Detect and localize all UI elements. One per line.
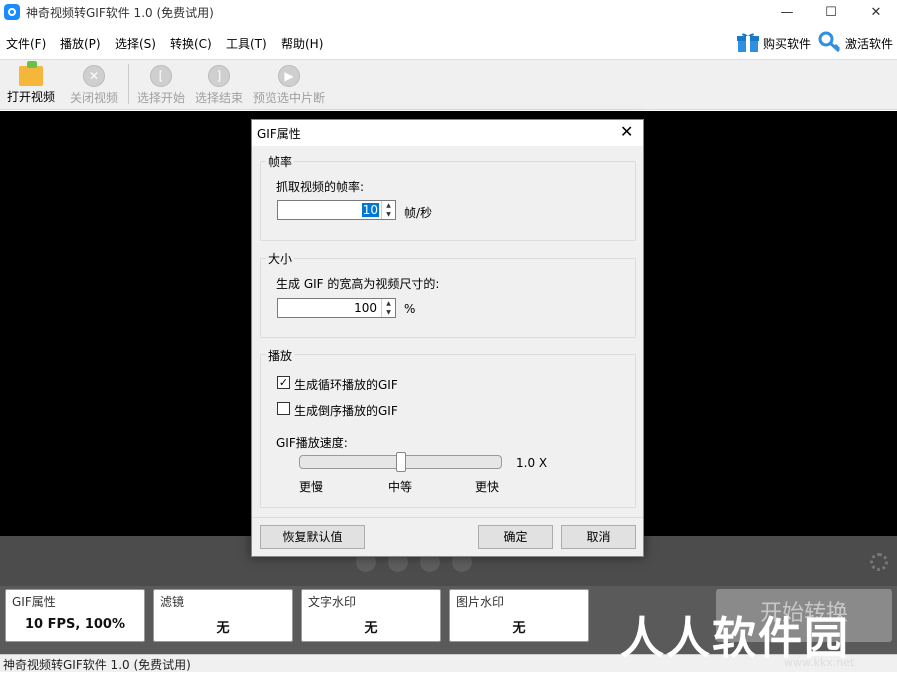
card-value: 无	[216, 621, 230, 636]
bracket-left-icon: [	[150, 65, 172, 87]
spinner-arrows-icon[interactable]: ▲ ▼	[381, 201, 395, 219]
cancel-button[interactable]: 取消	[561, 525, 636, 549]
reverse-checkbox[interactable]	[277, 402, 290, 415]
open-video-label: 打开视频	[6, 90, 55, 104]
filter-card[interactable]: 滤镜 无	[153, 589, 293, 642]
card-value: 无	[512, 621, 526, 636]
select-end-label: 选择结束	[194, 91, 243, 105]
speed-slow-label: 更慢	[299, 480, 324, 494]
card-label: 文字水印	[308, 595, 357, 609]
buy-software-link[interactable]: 购买软件	[763, 35, 811, 52]
menu-help[interactable]: 帮助(H)	[281, 35, 323, 52]
size-group-label: 大小	[266, 250, 295, 267]
speed-slider-thumb[interactable]	[395, 452, 406, 472]
card-label: GIF属性	[12, 595, 56, 609]
status-text: 神奇视频转GIF软件 1.0 (免费试用)	[3, 658, 191, 672]
frame-rate-spinner[interactable]: 10 ▲ ▼	[277, 200, 396, 220]
size-label: 生成 GIF 的宽高为视频尺寸的:	[276, 277, 440, 291]
card-value: 10 FPS, 100%	[24, 617, 125, 632]
select-start-button[interactable]: [ 选择开始	[134, 62, 188, 108]
window-title: 神奇视频转GIF软件 1.0 (免费试用)	[26, 6, 214, 20]
loop-checkbox[interactable]: ✓	[277, 376, 290, 389]
gif-properties-card[interactable]: GIF属性 10 FPS, 100%	[5, 589, 145, 642]
minimize-button[interactable]: —	[764, 0, 810, 24]
preview-selection-label: 预览选中片断	[252, 91, 325, 105]
select-start-label: 选择开始	[136, 91, 185, 105]
dialog-title: GIF属性	[257, 127, 301, 141]
ok-button[interactable]: 确定	[478, 525, 553, 549]
speed-label: GIF播放速度:	[276, 436, 348, 450]
image-watermark-card[interactable]: 图片水印 无	[449, 589, 589, 642]
dialog-close-icon[interactable]: ✕	[620, 122, 633, 141]
spinner-arrows-icon[interactable]: ▲ ▼	[381, 299, 395, 317]
card-value: 无	[364, 621, 378, 636]
speed-mid-label: 中等	[388, 480, 413, 494]
frame-rate-unit: 帧/秒	[404, 206, 433, 220]
settings-gear-icon[interactable]	[870, 553, 888, 571]
key-icon	[818, 31, 842, 53]
size-spinner[interactable]: 100 ▲ ▼	[277, 298, 396, 318]
close-window-button[interactable]: ✕	[853, 0, 897, 24]
close-video-label: 关闭视频	[69, 91, 118, 105]
frame-rate-group-label: 帧率	[266, 153, 295, 170]
menu-play[interactable]: 播放(P)	[60, 35, 101, 52]
dialog-divider	[252, 517, 643, 518]
close-circle-icon: ✕	[83, 65, 105, 87]
menu-file[interactable]: 文件(F)	[6, 35, 46, 52]
open-video-button[interactable]: 打开视频	[4, 61, 58, 108]
frame-rate-label: 抓取视频的帧率:	[276, 180, 365, 194]
text-watermark-card[interactable]: 文字水印 无	[301, 589, 441, 642]
activate-software-link[interactable]: 激活软件	[845, 35, 893, 52]
playback-group-label: 播放	[266, 347, 295, 364]
site-watermark-url: www.kkx.net	[784, 656, 855, 669]
open-folder-icon	[19, 61, 43, 86]
speed-value: 1.0 X	[516, 456, 548, 470]
menu-select[interactable]: 选择(S)	[115, 35, 156, 52]
reset-defaults-button[interactable]: 恢复默认值	[260, 525, 365, 549]
frame-rate-value: 10	[361, 203, 379, 217]
app-icon	[4, 4, 20, 20]
card-label: 图片水印	[456, 595, 505, 609]
toolbar-divider	[128, 64, 129, 104]
menu-convert[interactable]: 转换(C)	[170, 35, 212, 52]
close-video-button[interactable]: ✕ 关闭视频	[66, 62, 122, 108]
size-unit: %	[404, 302, 416, 316]
dialog-title-bar	[252, 120, 643, 146]
menu-tools[interactable]: 工具(T)	[226, 35, 267, 52]
size-value: 100	[354, 301, 377, 315]
play-circle-icon: ▶	[278, 65, 300, 87]
gift-icon	[736, 31, 760, 53]
select-end-button[interactable]: ] 选择结束	[192, 62, 246, 108]
speed-fast-label: 更快	[475, 480, 500, 494]
reverse-label: 生成倒序播放的GIF	[294, 404, 398, 418]
card-label: 滤镜	[160, 595, 185, 609]
loop-label: 生成循环播放的GIF	[294, 378, 398, 392]
gif-properties-dialog: GIF属性 ✕ 帧率 抓取视频的帧率: 10 ▲ ▼ 帧/秒 大小 生成 GIF …	[251, 119, 644, 557]
bracket-right-icon: ]	[208, 65, 230, 87]
maximize-button[interactable]: ☐	[808, 0, 854, 24]
preview-selection-button[interactable]: ▶ 预览选中片断	[250, 62, 328, 108]
